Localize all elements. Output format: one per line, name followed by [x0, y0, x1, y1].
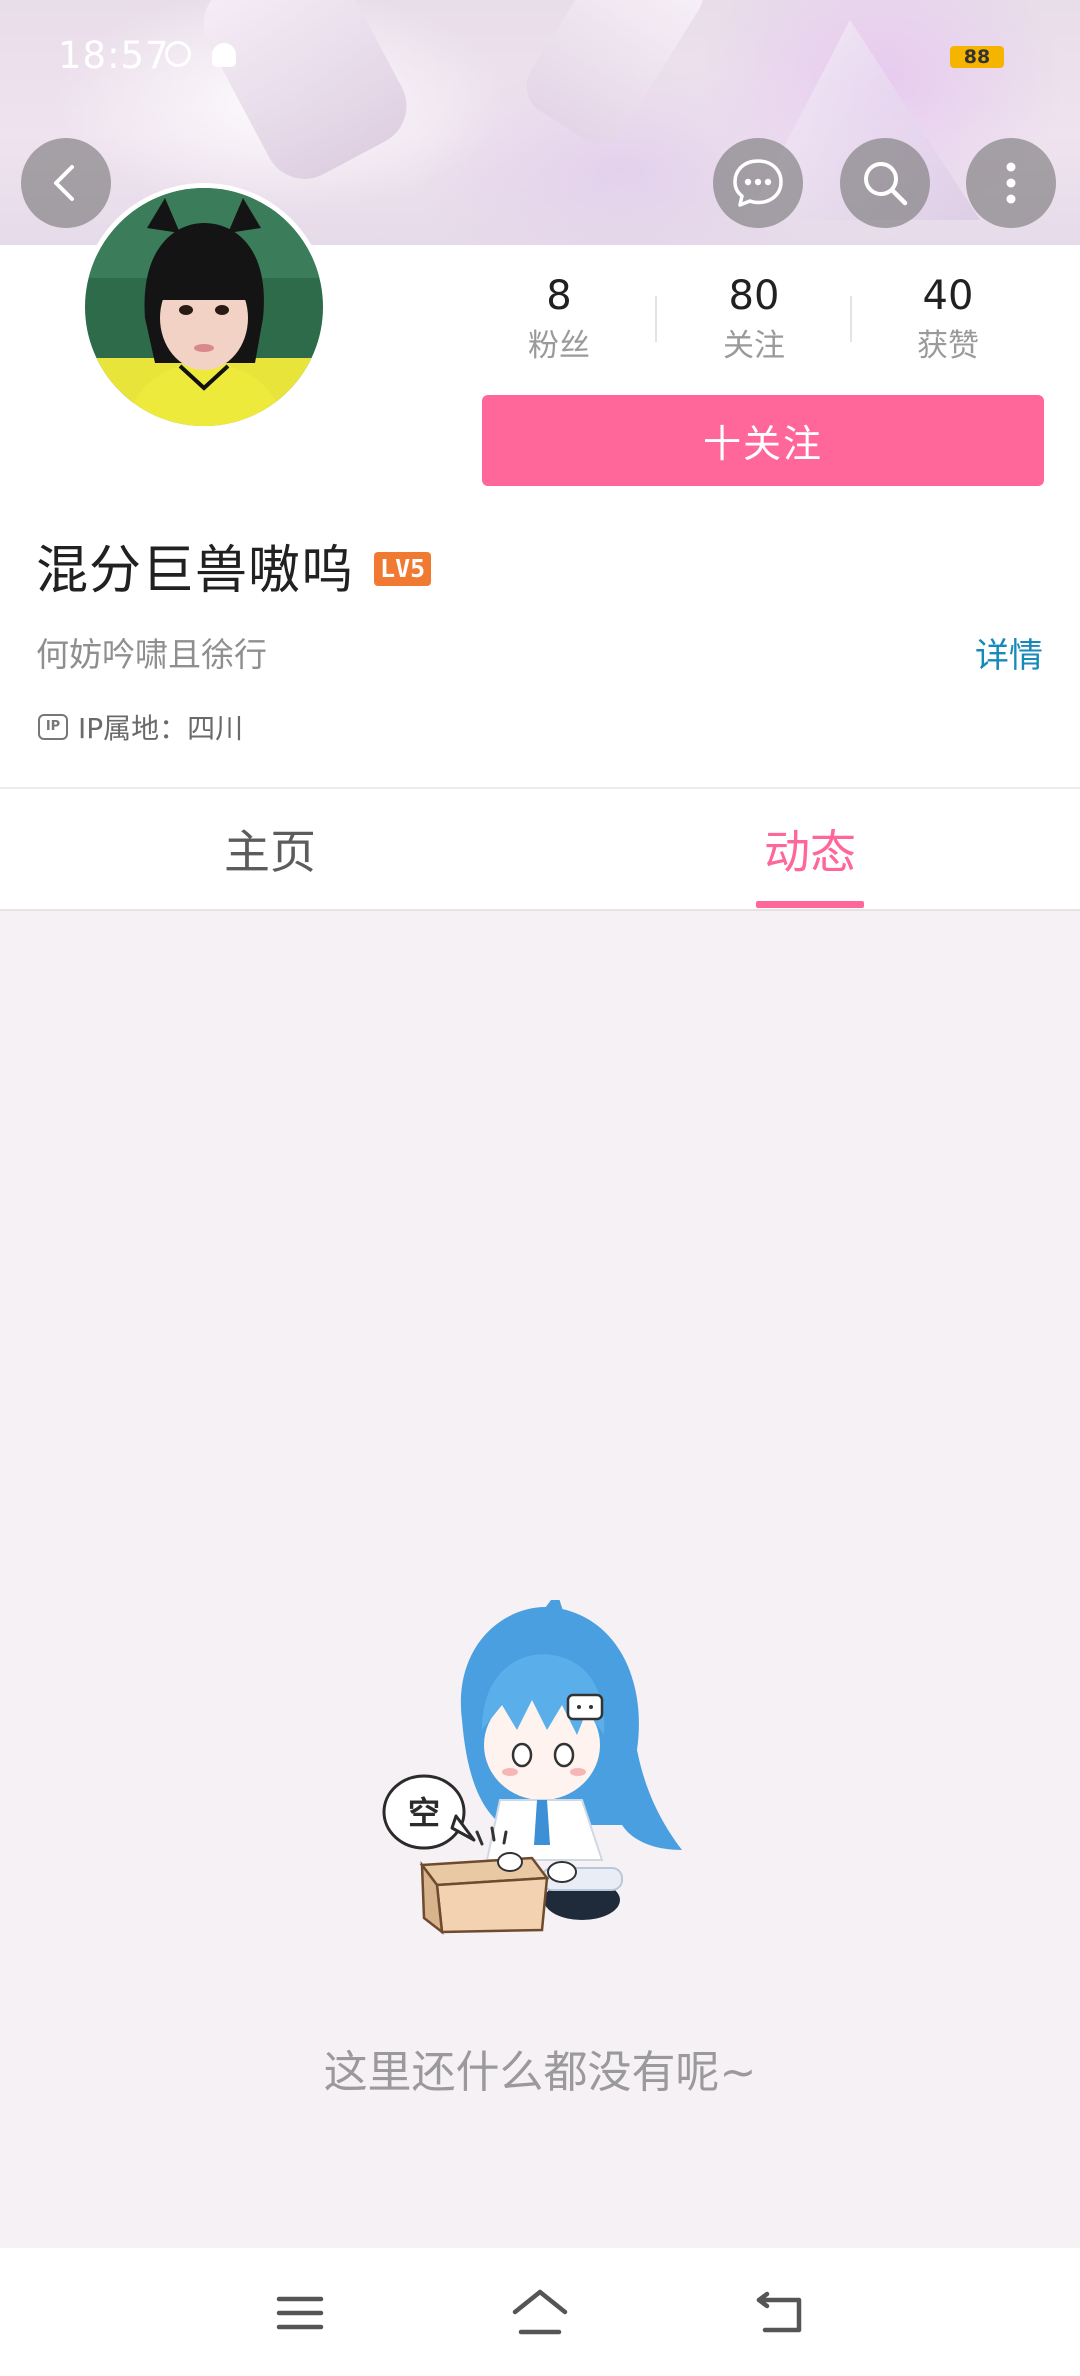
search-icon: [864, 162, 908, 206]
ip-icon: IP: [38, 714, 68, 740]
status-app-icon: [212, 43, 236, 67]
stat-likes-value: 40: [922, 273, 974, 319]
more-options-button[interactable]: [966, 138, 1056, 228]
empty-mascot-image: 空: [382, 1592, 682, 1935]
back-button[interactable]: [21, 138, 111, 228]
stat-following[interactable]: 80 关注: [669, 272, 839, 366]
stat-fans[interactable]: 8 粉丝: [474, 272, 644, 366]
status-notification-icon: [165, 41, 191, 67]
stat-divider: [655, 296, 657, 342]
tab-dynamic[interactable]: 动态: [540, 789, 1080, 909]
stat-following-label: 关注: [723, 328, 785, 364]
system-navigation-bar: [0, 2248, 1080, 2376]
ip-location-row: IP IP属地：四川: [38, 707, 243, 747]
user-signature: 何妨吟啸且徐行: [36, 635, 267, 674]
stat-fans-label: 粉丝: [528, 328, 590, 364]
nav-home-button[interactable]: [505, 2278, 575, 2348]
nav-menu-button[interactable]: [265, 2278, 335, 2348]
empty-state-illustration: 空: [382, 1592, 702, 1940]
status-bar: 18:57 88: [0, 0, 1080, 110]
chevron-left-icon: [54, 165, 74, 201]
stat-likes[interactable]: 40 获赞: [863, 272, 1033, 366]
follow-button[interactable]: 十关注: [482, 395, 1044, 486]
back-icon: [756, 2291, 802, 2333]
active-tab-indicator: [756, 901, 864, 908]
more-vertical-icon: [1006, 162, 1016, 204]
stat-following-value: 80: [728, 273, 780, 319]
battery-indicator: 88: [950, 46, 1004, 68]
avatar-image: [85, 188, 323, 426]
search-button[interactable]: [840, 138, 930, 228]
profile-tabs: 主页 动态: [0, 789, 1080, 909]
message-icon: [733, 159, 783, 207]
ip-location-text: IP属地：四川: [78, 712, 244, 745]
nav-back-button[interactable]: [745, 2278, 815, 2348]
message-button[interactable]: [713, 138, 803, 228]
stat-divider: [850, 296, 852, 342]
avatar-photo: [85, 188, 323, 426]
bubble-text: 空: [408, 1794, 440, 1832]
details-link[interactable]: 详情: [975, 628, 1043, 677]
level-badge: LV5: [374, 551, 432, 586]
home-icon: [512, 2289, 568, 2335]
empty-state-message: 这里还什么都没有呢~: [323, 2047, 757, 2098]
stat-fans-value: 8: [546, 273, 572, 319]
username-row: 混分巨兽嗷呜 LV5: [36, 528, 432, 603]
menu-icon: [276, 2296, 324, 2330]
avatar[interactable]: [80, 183, 328, 431]
status-time: 18:57: [58, 34, 170, 77]
stat-likes-label: 获赞: [917, 328, 979, 364]
username: 混分巨兽嗷呜: [36, 541, 355, 601]
tab-home[interactable]: 主页: [0, 789, 540, 909]
tabs-divider: [0, 909, 1080, 911]
